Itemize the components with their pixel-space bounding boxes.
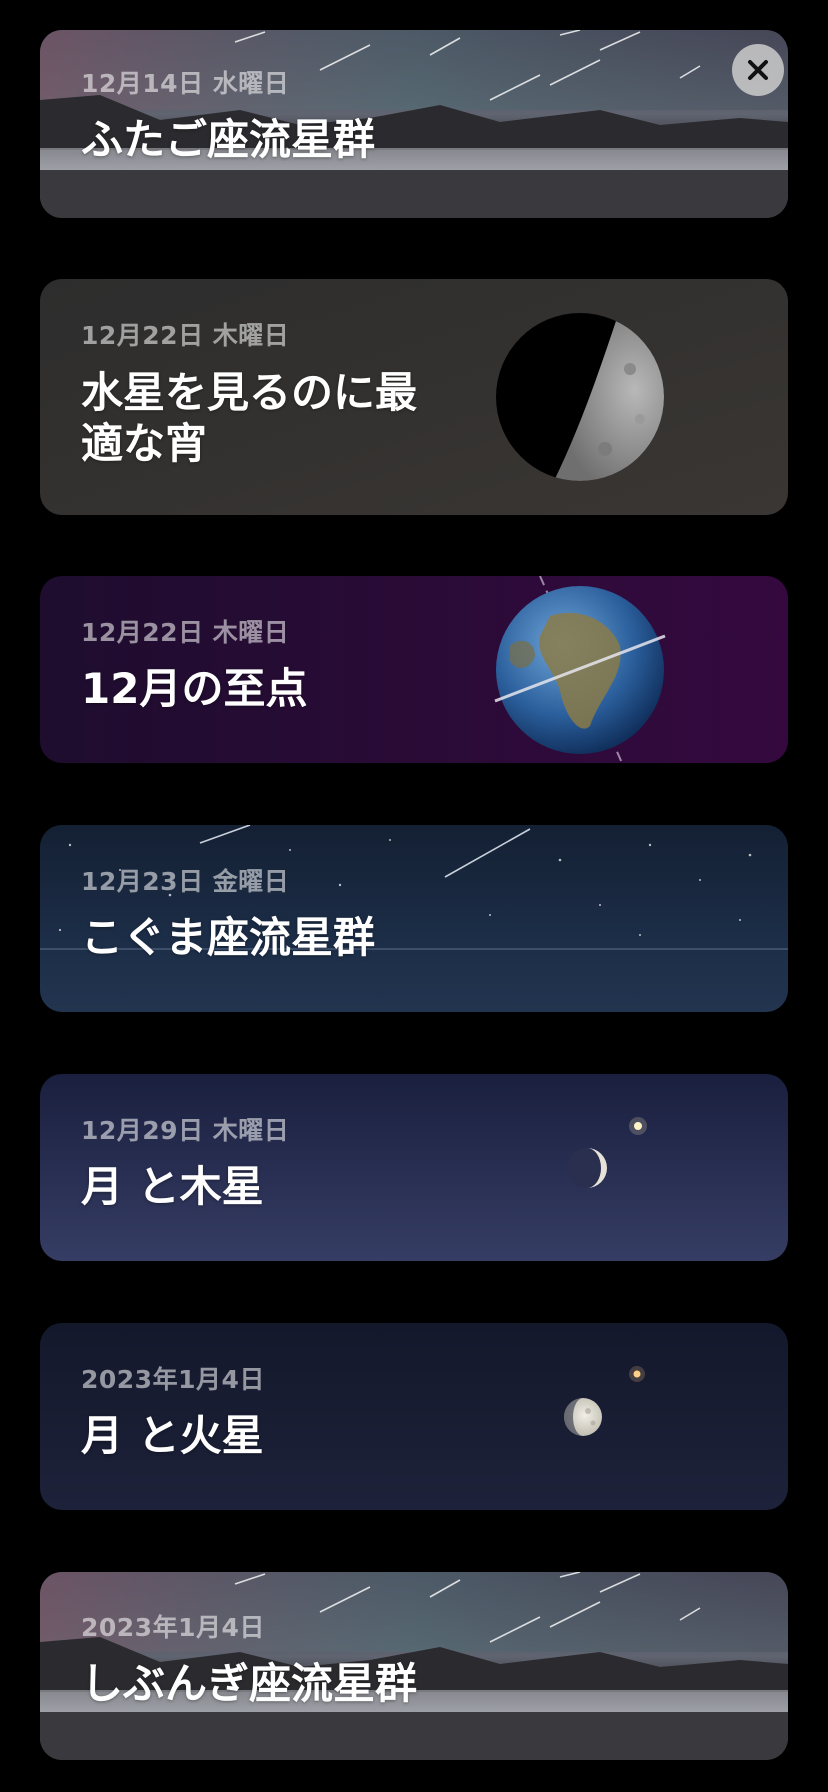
event-date: 2023年1月4日	[81, 1613, 265, 1642]
event-card-geminids[interactable]: 12月14日 水曜日 ふたご座流星群	[40, 30, 788, 218]
event-title: 12月の至点	[81, 664, 308, 713]
event-title: 月 と火星	[81, 1411, 264, 1460]
close-button[interactable]	[732, 44, 784, 96]
event-card-mercury[interactable]: 12月22日 木曜日 水星を見るのに最 適な宵	[40, 279, 788, 515]
event-title: こぐま座流星群	[81, 913, 376, 962]
event-title: 月 と木星	[81, 1162, 264, 1211]
event-card-ursids[interactable]: 12月23日 金曜日 こぐま座流星群	[40, 825, 788, 1012]
event-date: 2023年1月4日	[81, 1365, 265, 1394]
event-card-moon-jupiter[interactable]: 12月29日 木曜日 月 と木星	[40, 1074, 788, 1261]
event-card-quadrantids[interactable]: 2023年1月4日 しぶんぎ座流星群	[40, 1572, 788, 1760]
event-date: 12月14日 水曜日	[81, 69, 290, 98]
event-date: 12月22日 木曜日	[81, 321, 290, 350]
close-icon	[748, 60, 768, 80]
event-date: 12月23日 金曜日	[81, 867, 290, 896]
event-title: 水星を見るのに最 適な宵	[81, 368, 418, 469]
event-card-moon-mars[interactable]: 2023年1月4日 月 と火星	[40, 1323, 788, 1510]
event-list: 12月14日 水曜日 ふたご座流星群 12月22日 木曜日 水星を見るのに最 適…	[0, 0, 828, 1792]
event-title: ふたご座流星群	[81, 115, 376, 164]
event-date: 12月22日 木曜日	[81, 618, 290, 647]
event-title: しぶんぎ座流星群	[81, 1659, 418, 1708]
event-date: 12月29日 木曜日	[81, 1116, 290, 1145]
event-card-solstice[interactable]: 12月22日 木曜日 12月の至点	[40, 576, 788, 763]
